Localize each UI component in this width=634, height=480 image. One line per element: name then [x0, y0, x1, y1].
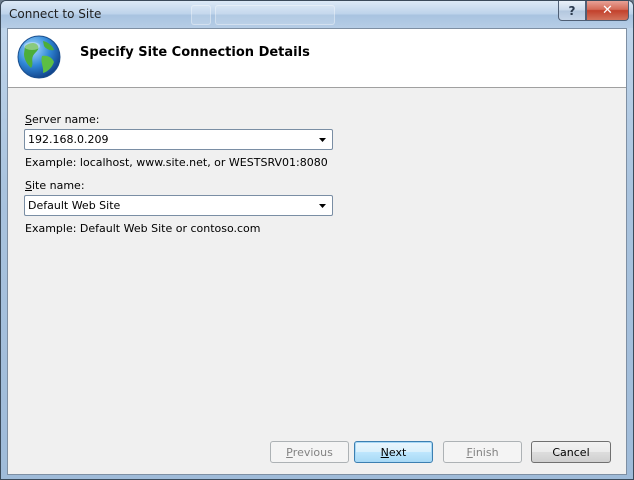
connect-to-site-window: Connect to Site ? ✕ Specify Site Connect… — [0, 0, 634, 480]
site-name-example: Example: Default Web Site or contoso.com — [25, 222, 261, 235]
title-bar[interactable]: Connect to Site ? ✕ — [1, 1, 633, 28]
dropdown-arrow-icon[interactable] — [315, 131, 330, 148]
close-button[interactable]: ✕ — [586, 1, 629, 21]
server-label-text: erver name: — [31, 113, 100, 126]
site-name-label: Site name: — [25, 179, 85, 192]
dropdown-arrow-icon[interactable] — [315, 197, 330, 214]
previous-button[interactable]: Previous — [270, 441, 349, 463]
previous-label: revious — [292, 445, 333, 459]
next-access-key: N — [380, 445, 389, 459]
site-label-text: ite name: — [31, 179, 85, 192]
close-icon: ✕ — [602, 3, 613, 18]
previous-access-key: P — [286, 445, 293, 459]
server-name-combobox[interactable]: 192.168.0.209 — [24, 129, 333, 150]
cancel-label: Cancel — [552, 445, 590, 459]
server-name-example: Example: localhost, www.site.net, or WES… — [25, 156, 328, 169]
finish-button[interactable]: Finish — [443, 441, 522, 463]
dialog-client-area: Specify Site Connection Details Server n… — [7, 28, 627, 475]
wizard-header: Specify Site Connection Details — [8, 29, 626, 88]
globe-icon — [17, 35, 61, 79]
page-title: Specify Site Connection Details — [80, 45, 310, 60]
cancel-button[interactable]: Cancel — [531, 441, 611, 463]
help-icon: ? — [568, 3, 576, 18]
next-button[interactable]: Next — [354, 441, 433, 463]
server-label-access-key: S — [25, 113, 32, 126]
next-label: ext — [388, 445, 407, 459]
finish-label: inish — [472, 445, 499, 459]
site-name-combobox[interactable]: Default Web Site — [24, 195, 333, 216]
server-name-label: Server name: — [25, 113, 99, 126]
window-title: Connect to Site — [9, 7, 102, 21]
help-button[interactable]: ? — [558, 1, 586, 21]
background-glass-shape — [215, 5, 335, 25]
site-name-value: Default Web Site — [28, 199, 121, 212]
site-label-access-key: S — [25, 179, 32, 192]
server-name-value: 192.168.0.209 — [28, 133, 109, 146]
background-glass-shape — [191, 5, 211, 25]
